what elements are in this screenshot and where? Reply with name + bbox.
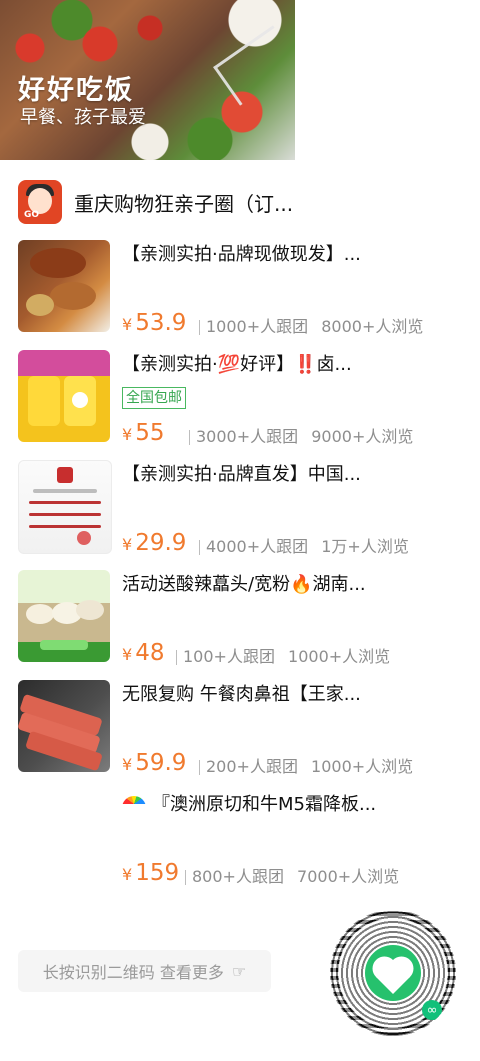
miniprogram-qr-code[interactable]: ∞: [330, 910, 456, 1036]
product-meta: 800+人跟团 7000+人浏览: [185, 863, 399, 887]
views-count: 1000+人浏览: [311, 757, 414, 776]
product-title: 【亲测实拍·品牌现做现发】...: [122, 244, 361, 265]
product-title: 【亲测实拍·💯好评】‼️卤...: [122, 354, 352, 375]
hero-title: 好好吃饭: [18, 75, 134, 106]
view-more-text: 长按识别二维码 查看更多: [42, 963, 224, 982]
free-shipping-tag: 全国包邮: [122, 387, 186, 409]
product-thumbnail: [18, 570, 110, 662]
product-price: ¥55: [122, 420, 165, 446]
followers-count: 4000+人跟团: [206, 537, 309, 556]
product-price: ¥48: [122, 640, 165, 666]
product-price: ¥53.9: [122, 310, 187, 336]
list-item[interactable]: 无限复购 午餐肉鼻祖【王家... ¥59.9 200+人跟团 1000+人浏览: [18, 680, 468, 790]
product-meta: 3000+人跟团 9000+人浏览: [189, 423, 413, 447]
heart-icon: [376, 960, 410, 994]
product-price: ¥159: [122, 860, 180, 886]
product-meta: 4000+人跟团 1万+人浏览: [199, 533, 409, 557]
product-price: ¥29.9: [122, 530, 187, 556]
product-meta: 200+人跟团 1000+人浏览: [199, 753, 413, 777]
product-thumbnail: [18, 240, 110, 332]
product-title: 活动送酸辣藠头/宽粉🔥湖南...: [122, 574, 366, 595]
product-price: ¥59.9: [122, 750, 187, 776]
qr-center-logo: [365, 945, 421, 1001]
group-avatar: GO: [18, 180, 62, 224]
list-item[interactable]: 【亲测实拍·品牌现做现发】... ¥53.9 1000+人跟团 8000+人浏览: [18, 240, 468, 350]
product-meta: 100+人跟团 1000+人浏览: [176, 643, 390, 667]
list-item[interactable]: 活动送酸辣藠头/宽粉🔥湖南... ¥48 100+人跟团 1000+人浏览: [18, 570, 468, 680]
view-more-button[interactable]: 长按识别二维码 查看更多 ☞: [18, 950, 271, 992]
product-title: 无限复购 午餐肉鼻祖【王家...: [122, 684, 361, 705]
group-header[interactable]: GO 重庆购物狂亲子圈（订...: [18, 180, 293, 224]
views-count: 1万+人浏览: [321, 537, 409, 556]
product-thumbnail: [18, 350, 110, 442]
hero-subtitle: 早餐、孩子最爱: [20, 107, 146, 128]
product-title: 【亲测实拍·品牌直发】中国...: [122, 464, 361, 485]
views-count: 7000+人浏览: [297, 867, 400, 886]
rainbow-icon: [122, 796, 146, 812]
views-count: 9000+人浏览: [311, 427, 414, 446]
followers-count: 100+人跟团: [183, 647, 275, 666]
views-count: 1000+人浏览: [288, 647, 391, 666]
followers-count: 200+人跟团: [206, 757, 298, 776]
avatar-go-label: GO: [24, 210, 40, 220]
product-meta: 1000+人跟团 8000+人浏览: [199, 313, 423, 337]
product-title: 『澳洲原切和牛M5霜降板...: [122, 790, 376, 816]
list-item[interactable]: 『澳洲原切和牛M5霜降板... ¥159 800+人跟团 7000+人浏览: [18, 790, 468, 900]
views-count: 8000+人浏览: [321, 317, 424, 336]
hand-point-right-icon: ☞: [231, 961, 247, 981]
fork-icon: [213, 25, 295, 106]
followers-count: 800+人跟团: [192, 867, 284, 886]
product-thumbnail: [18, 680, 110, 772]
list-item[interactable]: 【亲测实拍·💯好评】‼️卤... 全国包邮 ¥55 3000+人跟团 9000+…: [18, 350, 468, 460]
product-thumbnail: [18, 460, 112, 554]
followers-count: 1000+人跟团: [206, 317, 309, 336]
followers-count: 3000+人跟团: [196, 427, 299, 446]
product-list: 【亲测实拍·品牌现做现发】... ¥53.9 1000+人跟团 8000+人浏览…: [18, 240, 468, 900]
hero-banner: 好好吃饭 早餐、孩子最爱: [0, 0, 295, 160]
miniprogram-badge-icon: ∞: [422, 1000, 442, 1020]
list-item[interactable]: 【亲测实拍·品牌直发】中国... ¥29.9 4000+人跟团 1万+人浏览: [18, 460, 468, 570]
group-name: 重庆购物狂亲子圈（订...: [74, 191, 294, 216]
